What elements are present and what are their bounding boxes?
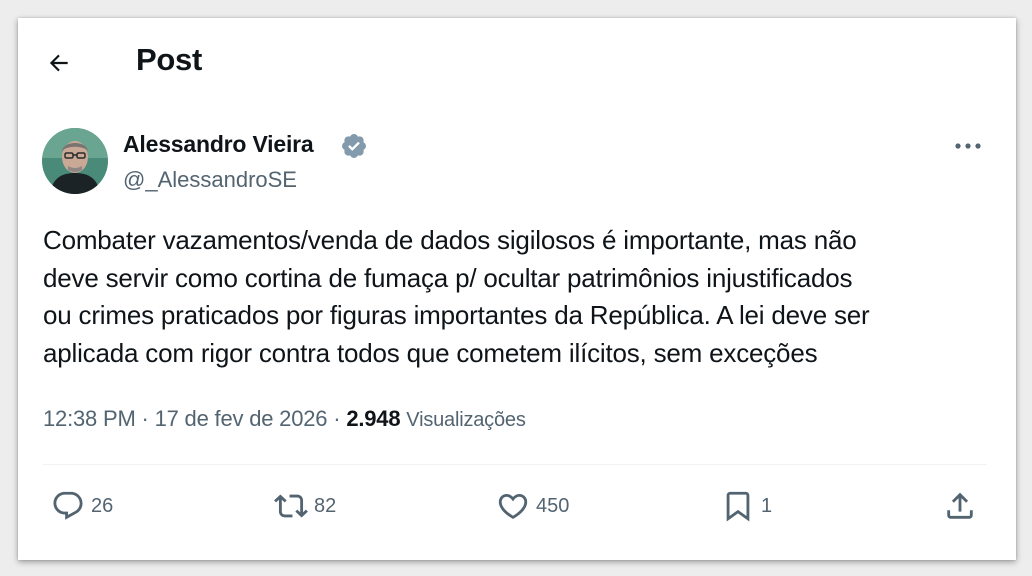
author-handle[interactable]: @_AlessandroSE <box>123 167 297 193</box>
repost-arrows-icon <box>274 494 308 518</box>
post-time[interactable]: 12:38 PM <box>43 406 136 431</box>
views-count: 2.948 <box>346 406 401 431</box>
reply-count: 26 <box>91 494 114 517</box>
share-button[interactable] <box>943 488 977 524</box>
meta-separator: · <box>141 406 149 431</box>
arrow-left-icon <box>49 54 68 72</box>
heart-icon <box>498 493 528 519</box>
repost-button[interactable]: 82 <box>274 488 336 524</box>
author-name[interactable]: Alessandro Vieira <box>123 131 314 158</box>
post-text-line: ou crimes praticados por figuras importa… <box>43 300 870 330</box>
post-date[interactable]: 17 de fev de 2026 <box>155 406 328 431</box>
meta-separator: · <box>333 406 341 431</box>
speech-bubble-icon <box>53 491 83 520</box>
post-card: Post Alessandro Vieira @_AlessandroSE Co… <box>18 18 1016 560</box>
avatar[interactable] <box>42 128 108 194</box>
divider <box>43 464 987 465</box>
post-text: Combater vazamentos/venda de dados sigil… <box>43 222 1003 372</box>
views-label: Visualizações <box>406 409 526 431</box>
like-count: 450 <box>536 494 570 517</box>
bookmark-button[interactable]: 1 <box>721 488 772 524</box>
post-text-line: deve servir como cortina de fumaça p/ oc… <box>43 262 853 293</box>
reply-button[interactable]: 26 <box>51 488 113 524</box>
like-button[interactable]: 450 <box>496 488 569 524</box>
share-upload-icon <box>947 492 973 519</box>
more-options-button[interactable] <box>950 134 986 158</box>
post-text-line: Combater vazamentos/venda de dados sigil… <box>43 225 857 255</box>
verified-badge-icon <box>342 134 366 158</box>
page-title: Post <box>136 42 202 77</box>
back-button[interactable] <box>44 48 74 78</box>
bookmark-count: 1 <box>761 494 773 517</box>
post-text-line: aplicada com rigor contra todos que come… <box>43 337 818 368</box>
repost-count: 82 <box>314 494 337 517</box>
bookmark-icon <box>726 491 750 522</box>
post-metadata: 12:38 PM · 17 de fev de 2026 · 2.948 Vis… <box>43 406 526 432</box>
ellipsis-icon <box>955 143 981 149</box>
